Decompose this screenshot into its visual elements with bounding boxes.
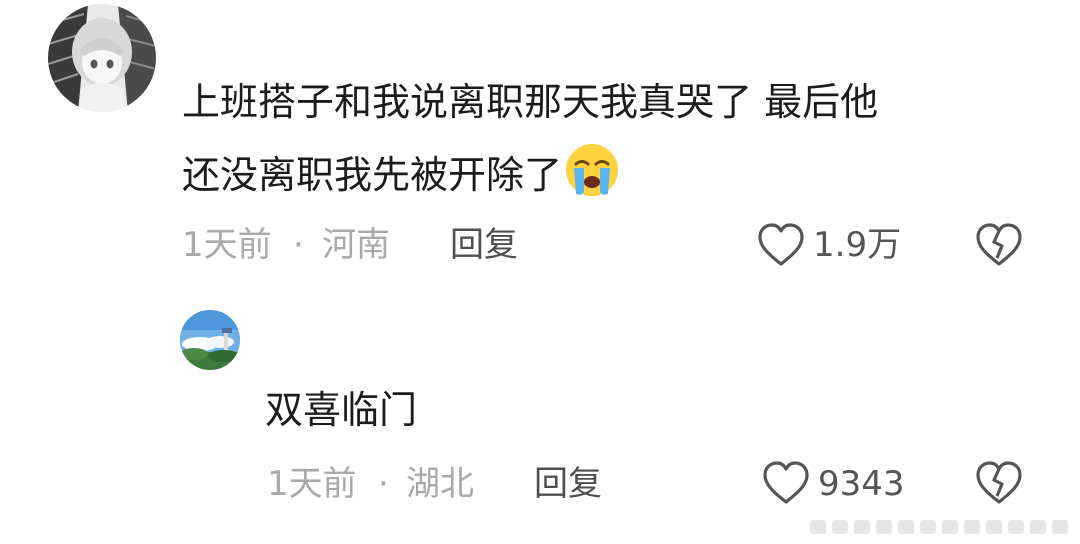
reply-dislike-broken-heart-icon[interactable] (975, 460, 1023, 506)
reply-meta-separator: · (378, 464, 389, 504)
reply-like-heart-icon[interactable] (762, 460, 810, 506)
reply-timestamp: 1天前 (267, 464, 357, 504)
reply-button[interactable]: 回复 (450, 223, 518, 267)
like-count: 1.9万 (813, 225, 902, 265)
avatar-sky-image (180, 310, 240, 370)
reply-location: 湖北 (406, 464, 474, 504)
comment-text-line2-label: 还没离职我先被开除了 (182, 153, 563, 197)
comment-location: 河南 (322, 225, 390, 265)
avatar-anime-image (48, 4, 156, 112)
comment-text-line2: 还没离职我先被开除了 (182, 141, 620, 209)
crying-face-icon (564, 142, 620, 198)
comment-timestamp: 1天前 (182, 225, 272, 265)
meta-separator: · (293, 225, 304, 265)
reply-like-count: 9343 (818, 464, 905, 504)
avatar[interactable] (48, 4, 156, 112)
like-heart-icon[interactable] (757, 222, 805, 268)
reply-avatar[interactable] (180, 310, 240, 370)
reply-reply-button[interactable]: 回复 (534, 462, 602, 506)
reply-comment-text: 双喜临门 (265, 388, 418, 432)
watermark (810, 516, 1072, 538)
comment-text-line1: 上班搭子和我说离职那天我真哭了 最后他 (182, 80, 879, 124)
dislike-broken-heart-icon[interactable] (975, 222, 1023, 268)
